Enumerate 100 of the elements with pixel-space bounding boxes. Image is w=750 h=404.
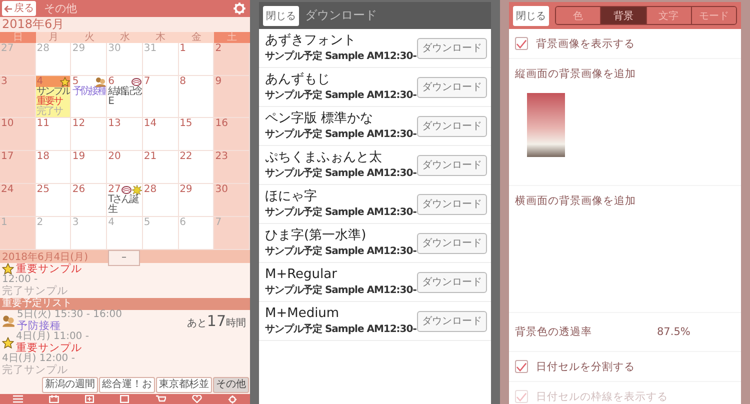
calendar-day-cell[interactable]: 27 Tさん誕生 bbox=[107, 184, 143, 217]
collapse-button[interactable]: – bbox=[108, 250, 140, 266]
calendar-day-cell[interactable]: 29 bbox=[178, 184, 214, 217]
calendar-day-cell[interactable]: 23 bbox=[214, 151, 250, 184]
font-name: ペン字版 標準かな bbox=[265, 111, 374, 127]
list-icon[interactable] bbox=[13, 395, 24, 403]
shortcut-tab[interactable]: 総合運！お bbox=[99, 377, 155, 393]
weekday-label: 木 bbox=[142, 32, 179, 43]
event-title: 重要サンプル bbox=[16, 263, 83, 275]
settings-icon[interactable] bbox=[233, 2, 246, 15]
calendar-day-cell[interactable]: 19 bbox=[71, 151, 108, 184]
calendar-day-cell[interactable]: 30 bbox=[107, 43, 143, 76]
calendar-day-cell[interactable]: 17 bbox=[0, 151, 36, 184]
calendar-day-cell[interactable]: 18 bbox=[36, 151, 72, 184]
calendar-day-cell[interactable]: 24 bbox=[0, 184, 36, 217]
check-icon bbox=[516, 38, 527, 48]
calendar-day-cell[interactable]: 15 bbox=[178, 118, 214, 151]
download-button[interactable]: ダウンロード bbox=[417, 310, 487, 332]
font-name: あずきフォント bbox=[265, 33, 357, 49]
download-button[interactable]: ダウンロード bbox=[417, 272, 487, 292]
checkbox-row[interactable]: 日付セルを分割する bbox=[509, 352, 741, 382]
download-button[interactable]: ダウンロード bbox=[417, 76, 487, 98]
shortcut-tab[interactable]: その他 bbox=[213, 377, 249, 393]
calendar-day-cell[interactable]: 22 bbox=[178, 151, 214, 184]
font-sample: サンプル予定 Sample AM12:30- bbox=[265, 322, 417, 336]
calendar-day-cell[interactable]: 31 bbox=[142, 43, 179, 76]
event-label: サンプル bbox=[36, 87, 70, 97]
day-number: 5 bbox=[144, 217, 150, 228]
calendar-day-cell[interactable]: 16 bbox=[214, 118, 250, 151]
day-number: 27 bbox=[1, 43, 14, 54]
back-button[interactable]: 戻る bbox=[2, 1, 36, 16]
download-button[interactable]: ダウンロード bbox=[417, 194, 487, 214]
checkbox[interactable] bbox=[515, 37, 528, 50]
people-sticker-icon bbox=[95, 76, 106, 86]
calendar-day-cell[interactable]: 2 bbox=[214, 43, 250, 76]
day-number: 9 bbox=[215, 76, 222, 87]
calendar-day-cell[interactable]: 5 bbox=[142, 217, 179, 250]
download-button[interactable]: ダウンロード bbox=[417, 116, 487, 136]
plus-icon[interactable] bbox=[85, 395, 94, 403]
calendar-day-cell[interactable]: 12 bbox=[71, 118, 108, 151]
font-sample: サンプル予定 Sample AM12:30- bbox=[265, 166, 417, 180]
day-number: 21 bbox=[144, 151, 157, 162]
calendar-day-cell[interactable]: 25 bbox=[36, 184, 72, 217]
event-time: 5日(火) 15:30 - 16:00 bbox=[17, 310, 123, 320]
download-button[interactable]: ダウンロード bbox=[417, 232, 487, 254]
calendar-day-cell[interactable]: 4 bbox=[107, 217, 143, 250]
calendar-day-cell[interactable]: 20 bbox=[107, 151, 143, 184]
calendar-day-cell[interactable]: 7 bbox=[142, 76, 179, 118]
calendar-day-cell[interactable]: 3 bbox=[71, 217, 108, 250]
square-icon[interactable] bbox=[120, 395, 130, 403]
shortcut-tab[interactable]: 新潟の週間 bbox=[42, 377, 98, 393]
settings-tab[interactable]: 背景 bbox=[601, 7, 646, 24]
heart-icon[interactable] bbox=[192, 395, 202, 403]
setting-label: 日付セルの枠線を表示する bbox=[536, 390, 668, 404]
calendar-day-cell[interactable]: 6 bbox=[178, 217, 214, 250]
shortcut-tab[interactable]: 東京都杉並 bbox=[156, 377, 212, 393]
calendar-day-cell[interactable]: 9 bbox=[214, 76, 250, 118]
day-number: 29 bbox=[72, 43, 86, 54]
calendar-day-cell[interactable]: 29 bbox=[71, 43, 108, 76]
day-number: 23 bbox=[215, 151, 228, 162]
event-label: 予防接種 bbox=[71, 87, 106, 97]
calendar-day-cell[interactable]: 14 bbox=[142, 118, 179, 151]
day-number: 27 bbox=[108, 184, 121, 195]
download-button[interactable]: ダウンロード bbox=[417, 154, 487, 176]
event-title: 完了サンプル bbox=[2, 364, 69, 376]
download-button[interactable]: ダウンロード bbox=[417, 38, 487, 58]
calendar-day-cell[interactable]: 5 予防接種 bbox=[71, 76, 108, 118]
day-number: 24 bbox=[1, 184, 14, 195]
calendar-day-cell[interactable]: 28 bbox=[142, 184, 179, 217]
settings-icon[interactable] bbox=[228, 394, 237, 404]
day-number: 6 bbox=[180, 217, 186, 228]
day-number: 15 bbox=[180, 118, 192, 129]
calendar-day-cell[interactable]: 2 bbox=[36, 217, 72, 250]
weekday-label: 月 bbox=[36, 32, 72, 43]
close-button[interactable]: 閉じる bbox=[263, 6, 299, 26]
event-title: 完了サンプル bbox=[2, 285, 69, 297]
calendar-day-cell[interactable]: 8 bbox=[178, 76, 214, 118]
calendar-day-cell[interactable]: 11 bbox=[36, 118, 72, 151]
calendar-day-cell[interactable]: 26 bbox=[71, 184, 108, 217]
font-sample: サンプル予定 Sample AM12:30- bbox=[265, 127, 417, 141]
photo-placeholder[interactable] bbox=[527, 93, 565, 157]
setting-heading: 横画面の背景画像を追加 bbox=[514, 194, 637, 209]
calendar-day-cell[interactable]: 10 bbox=[0, 118, 36, 151]
weekday-label: 水 bbox=[107, 32, 143, 43]
cart-icon[interactable] bbox=[156, 395, 166, 403]
calendar-icon[interactable] bbox=[49, 395, 60, 403]
calendar-day-cell[interactable]: 13 bbox=[107, 118, 143, 151]
calendar-day-cell[interactable]: 30 bbox=[214, 184, 250, 217]
font-sample: サンプル予定 Sample AM12:30- bbox=[265, 205, 417, 219]
back-arrow-icon bbox=[4, 4, 13, 12]
calendar-day-cell[interactable]: 21 bbox=[142, 151, 179, 184]
calendar-day-cell[interactable]: 28 bbox=[36, 43, 72, 76]
close-button[interactable]: 閉じる bbox=[513, 6, 549, 26]
calendar-day-cell[interactable]: 3 bbox=[0, 76, 36, 118]
calendar-day-cell[interactable]: 1 bbox=[178, 43, 214, 76]
people-sticker-icon bbox=[2, 315, 15, 327]
checkbox-row[interactable]: 背景画像を表示する bbox=[509, 29, 741, 59]
event-label: 完了サ bbox=[36, 107, 64, 117]
checkbox[interactable] bbox=[515, 360, 528, 373]
calendar-day-cell[interactable]: 6 結婚記念E bbox=[107, 76, 143, 118]
